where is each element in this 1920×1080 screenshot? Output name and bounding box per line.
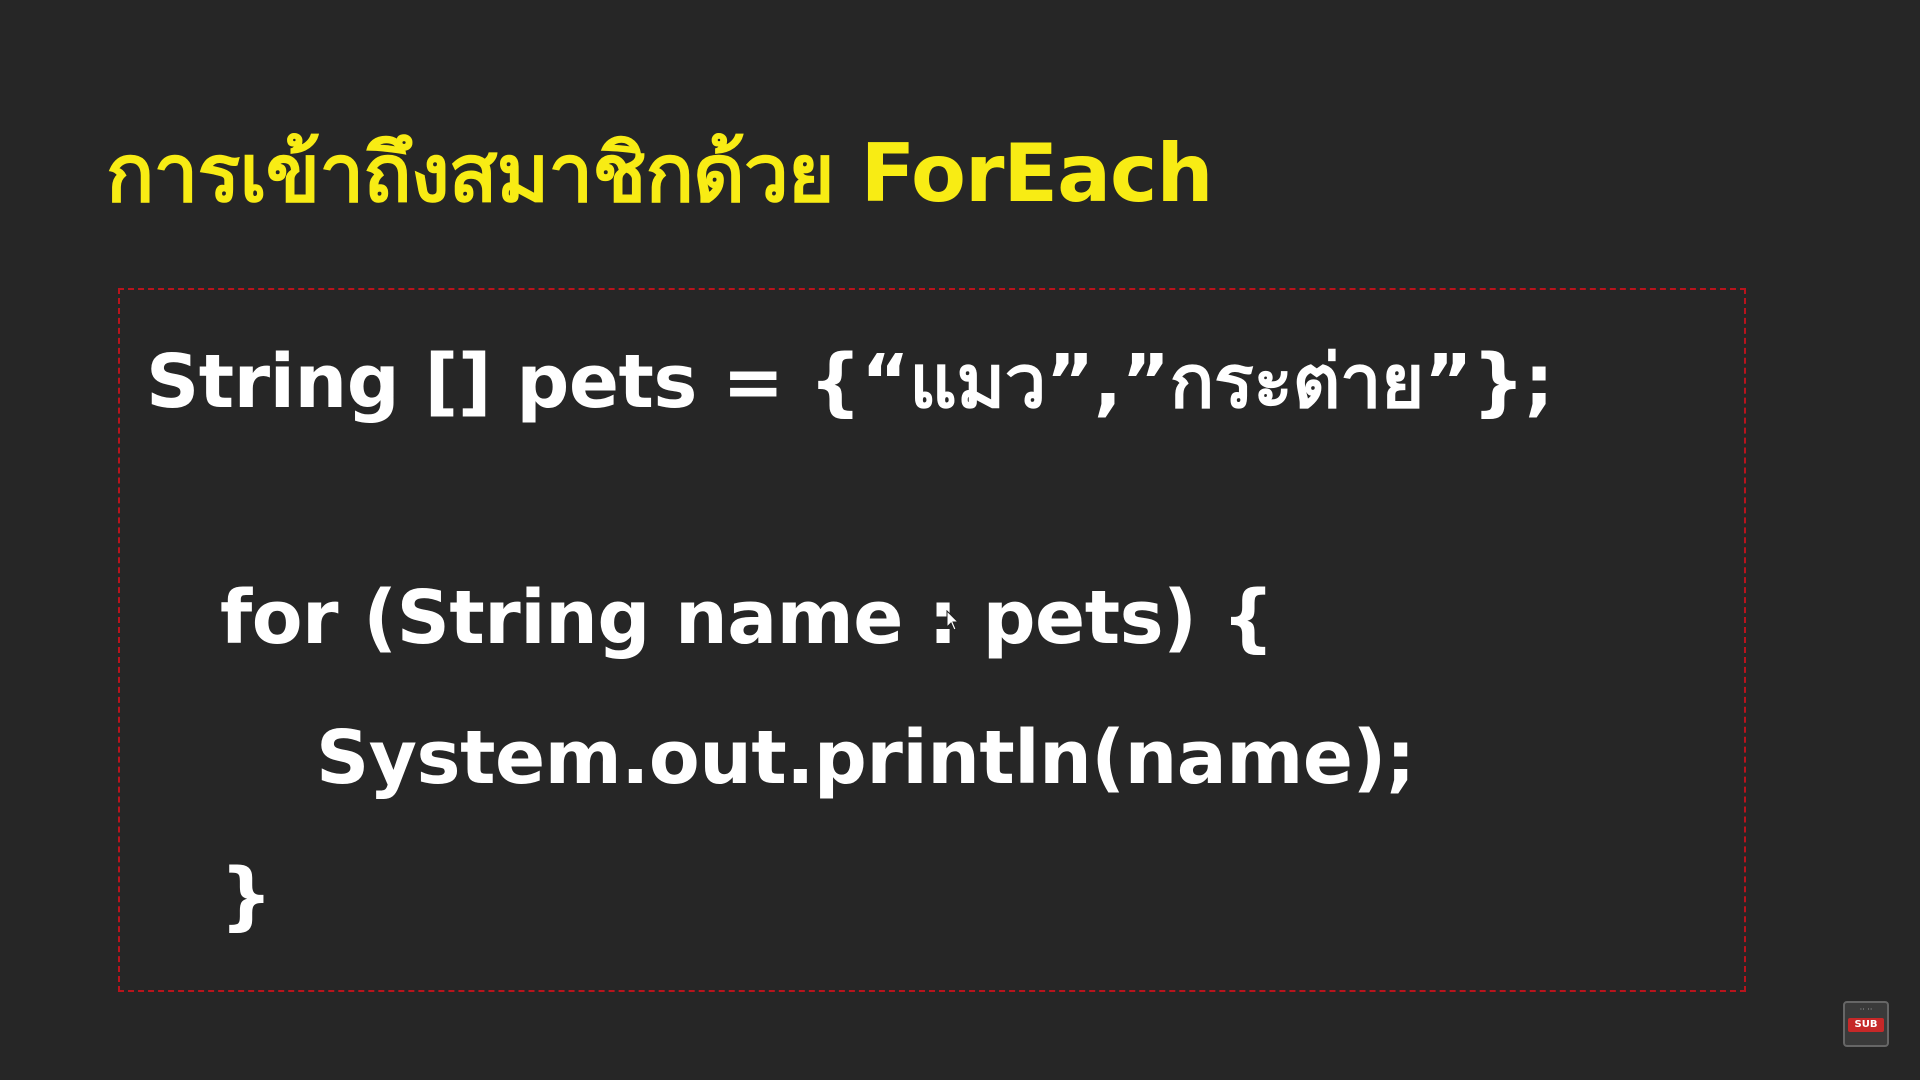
code-line-array-declaration: String [] pets = {“แมว”,”กระต่าย”}; [146,339,1554,425]
mouse-pointer-icon [946,610,960,631]
slide-title: การเข้าถึงสมาชิกด้วย ForEach [106,127,1213,220]
code-line-closing-brace: } [220,853,273,939]
code-line-println: System.out.println(name); [316,715,1415,801]
code-line-for-header: for (String name : pets) { [220,575,1274,661]
subtitles-badge-label: SUB [1854,1019,1878,1030]
slide: การเข้าถึงสมาชิกด้วย ForEach String [] p… [0,0,1920,1080]
subtitles-icon[interactable]: ·· ·· SUB [1843,1001,1889,1047]
